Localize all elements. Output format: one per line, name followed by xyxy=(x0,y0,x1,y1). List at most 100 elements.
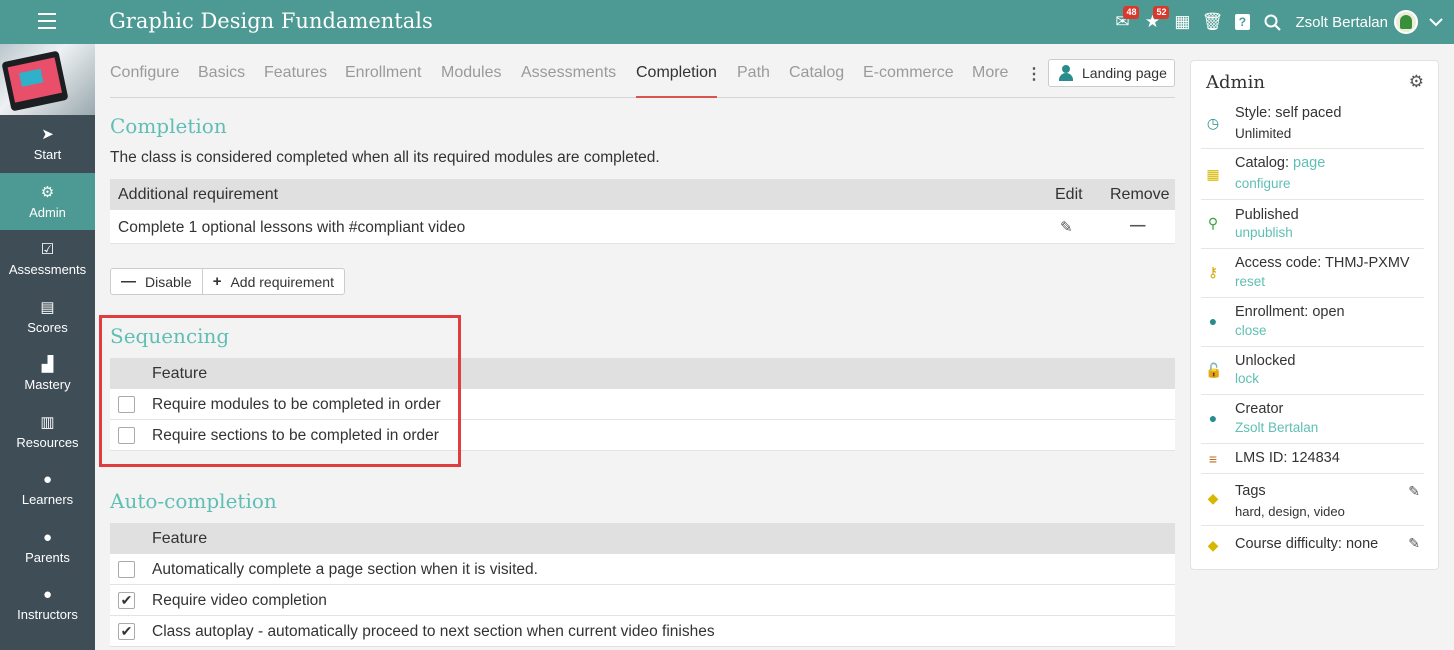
add-requirement-button[interactable]: + Add requirement xyxy=(201,269,344,294)
admin-difficulty: ◆ Course difficulty: none ✎ xyxy=(1201,526,1424,562)
user-name[interactable]: Zsolt Bertalan xyxy=(1295,14,1388,31)
feature-label: Require modules to be completed in order xyxy=(152,396,441,413)
chevron-down-icon[interactable] xyxy=(1418,17,1454,27)
sidebar: ➤ Start ⚙ Admin ☑ Assessments ▤ Scores ▟… xyxy=(0,44,95,650)
class-autoplay-checkbox[interactable]: ✔ xyxy=(118,623,135,640)
bar-chart-icon: ▟ xyxy=(41,356,54,374)
sidebar-item-mastery[interactable]: ▟ Mastery xyxy=(0,345,95,403)
disable-button[interactable]: — Disable xyxy=(111,269,202,294)
top-bar: Graphic Design Fundamentals ✉ 48 ★ 52 ▦ 🗑 … xyxy=(0,0,1454,44)
table-row: Complete 1 optional lessons with #compli… xyxy=(110,210,1175,244)
admin-lms-id: ≡ LMS ID: 124834 xyxy=(1201,444,1424,474)
tab-catalog[interactable]: Catalog xyxy=(789,64,844,98)
unlocked-label: Unlocked xyxy=(1235,353,1296,369)
tab-more[interactable]: More xyxy=(972,64,1008,98)
admin-tags: ◆ Tags hard, design, video ✎ xyxy=(1201,474,1424,526)
pencil-icon[interactable]: ✎ xyxy=(1408,483,1420,500)
lock-link[interactable]: lock xyxy=(1235,371,1259,386)
person-icon: ● xyxy=(42,471,53,489)
access-code-label: Access code: THMJ-PXMV xyxy=(1235,255,1410,271)
tab-assessments[interactable]: Assessments xyxy=(521,64,616,98)
gear-icon[interactable]: ⚙ xyxy=(1409,72,1424,92)
admin-published: ⚲ Published unpublish xyxy=(1201,200,1424,249)
sidebar-item-start[interactable]: ➤ Start xyxy=(0,115,95,173)
catalog-configure-link[interactable]: configure xyxy=(1235,176,1291,191)
sidebar-item-parents[interactable]: ● Parents xyxy=(0,518,95,576)
column-header-feature: Feature xyxy=(152,365,208,382)
pencil-icon[interactable]: ✎ xyxy=(1408,535,1420,552)
course-thumbnail xyxy=(0,44,95,115)
reset-link[interactable]: reset xyxy=(1235,274,1265,289)
books-icon: ▥ xyxy=(40,413,55,431)
catalog-page-link[interactable]: page xyxy=(1293,155,1325,171)
sidebar-item-assessments[interactable]: ☑ Assessments xyxy=(0,230,95,288)
hamburger-menu-icon[interactable] xyxy=(38,13,56,29)
sidebar-item-label: Assessments xyxy=(8,262,87,278)
more-options-icon[interactable]: ⋮ xyxy=(1026,64,1042,84)
tags-label: Tags xyxy=(1235,483,1266,499)
tab-enrollment[interactable]: Enrollment xyxy=(345,64,421,98)
pencil-icon[interactable]: ✎ xyxy=(1060,218,1073,236)
mail-icon[interactable]: ✉ 48 xyxy=(1107,0,1140,44)
tab-modules[interactable]: Modules xyxy=(441,64,501,98)
tab-path[interactable]: Path xyxy=(737,64,770,98)
sidebar-item-instructors[interactable]: ● Instructors xyxy=(0,575,95,633)
admin-unlocked: 🔓 Unlocked lock xyxy=(1201,347,1424,395)
admin-enrollment: ● Enrollment: open close xyxy=(1201,298,1424,347)
sequencing-table: Feature Require modules to be completed … xyxy=(110,358,1175,451)
sidebar-item-label: Learners xyxy=(21,492,74,508)
tag-icon: ◆ xyxy=(1207,537,1219,553)
trash-icon[interactable]: 🗑 xyxy=(1197,0,1227,44)
requirement-text: Complete 1 optional lessons with #compli… xyxy=(118,219,466,236)
sidebar-item-resources[interactable]: ▥ Resources xyxy=(0,403,95,461)
column-header-requirement: Additional requirement xyxy=(118,186,279,203)
creator-label: Creator xyxy=(1235,401,1284,417)
feature-label: Require sections to be completed in orde… xyxy=(152,427,439,444)
tab-basics[interactable]: Basics xyxy=(198,64,245,98)
sidebar-item-label: Mastery xyxy=(24,377,71,393)
tab-configure[interactable]: Configure xyxy=(110,64,179,98)
sidebar-item-scores[interactable]: ▤ Scores xyxy=(0,288,95,346)
minus-icon[interactable]: — xyxy=(1130,217,1146,235)
sidebar-item-label: Resources xyxy=(16,434,79,450)
sidebar-item-label: Start xyxy=(33,147,62,163)
requirements-table: Additional requirement Edit Remove Compl… xyxy=(110,179,1175,244)
table-header: Feature xyxy=(110,523,1175,554)
require-sections-order-checkbox[interactable] xyxy=(118,427,135,444)
requirement-button-group: — Disable + Add requirement xyxy=(110,268,345,295)
search-icon[interactable] xyxy=(1257,0,1287,44)
tab-completion[interactable]: Completion xyxy=(636,64,717,98)
person-icon: ● xyxy=(42,586,53,604)
notification-icon[interactable]: ★ 52 xyxy=(1137,0,1170,44)
disable-label: Disable xyxy=(145,273,192,290)
person-icon: ● xyxy=(42,528,53,546)
minus-icon: — xyxy=(121,273,136,290)
calendar-icon[interactable]: ▦ xyxy=(1167,0,1197,44)
sidebar-item-learners[interactable]: ● Learners xyxy=(0,460,95,518)
admin-catalog: ▦ Catalog: page configure xyxy=(1201,149,1424,200)
creator-link[interactable]: Zsolt Bertalan xyxy=(1235,420,1318,435)
require-modules-order-checkbox[interactable] xyxy=(118,396,135,413)
plus-icon: + xyxy=(212,273,222,290)
unpublish-link[interactable]: unpublish xyxy=(1235,225,1293,240)
tab-features[interactable]: Features xyxy=(264,64,327,98)
catalog-line: Catalog: page xyxy=(1235,155,1325,171)
table-icon: ▤ xyxy=(40,298,55,316)
top-icons: ✉ 48 ★ 52 ▦ 🗑 ? Zsolt Bertalan xyxy=(1107,0,1454,44)
avatar[interactable] xyxy=(1394,10,1418,34)
auto-complete-section-checkbox[interactable] xyxy=(118,561,135,578)
require-video-completion-checkbox[interactable]: ✔ xyxy=(118,592,135,609)
tag-icon: ◆ xyxy=(1207,490,1219,506)
sidebar-item-admin[interactable]: ⚙ Admin xyxy=(0,172,95,230)
table-row: Require sections to be completed in orde… xyxy=(110,420,1175,451)
landing-page-button[interactable]: Landing page xyxy=(1048,59,1175,87)
group-icon: ● xyxy=(1208,313,1218,329)
close-link[interactable]: close xyxy=(1235,323,1267,338)
sidebar-item-label: Scores xyxy=(27,319,68,335)
table-row: Require modules to be completed in order xyxy=(110,389,1175,420)
key-icon: ⚷ xyxy=(1207,264,1219,280)
admin-title: Admin xyxy=(1206,72,1265,93)
help-icon[interactable]: ? xyxy=(1227,0,1257,44)
table-row: ✔ Class autoplay - automatically proceed… xyxy=(110,616,1175,647)
tab-ecommerce[interactable]: E-commerce xyxy=(863,64,954,98)
